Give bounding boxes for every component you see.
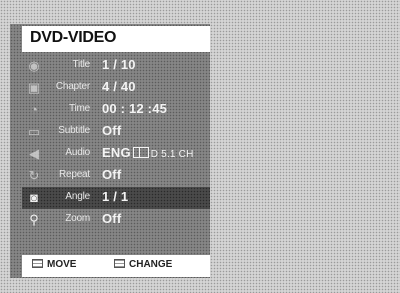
audio-format: D 5.1 CH [150,149,194,160]
menu-row-time[interactable]: ◔ Time 00 : 12 :45 [22,99,210,121]
menu-row-value: Off [102,211,122,226]
menu-row-title[interactable]: ◉ Title 1 / 10 [22,55,210,77]
menu-row-label: Title [72,59,90,70]
change-hint-label: CHANGE [129,259,173,270]
osd-title-bar: DVD-VIDEO [22,26,210,52]
menu-row-label: Zoom [65,213,90,224]
menu-row-label: Audio [65,147,90,158]
change-key-icon [114,259,125,268]
menu-row-value: ENG D 5.1 CH [102,145,194,160]
move-hint: MOVE [32,259,76,270]
menu-row-zoom[interactable]: ⚲ Zoom Off [22,209,210,231]
move-key-icon [32,259,43,268]
audio-language: ENG [102,145,131,160]
menu-row-value: 4 / 40 [102,79,136,94]
tv-screen: DVD-VIDEO ◉ Title 1 / 10 ▣ Chapter 4 / 4… [0,0,400,293]
change-hint: CHANGE [114,259,172,270]
osd-footer: MOVE CHANGE [22,255,210,277]
menu-row-chapter[interactable]: ▣ Chapter 4 / 40 [22,77,210,99]
menu-row-value: 00 : 12 :45 [102,101,168,116]
menu-row-label: Chapter [55,81,90,92]
menu-row-value: 1 / 1 [102,189,129,204]
menu-row-subtitle[interactable]: ▭ Subtitle Off [22,121,210,143]
menu-row-angle[interactable]: ◙ Angle 1 / 1 [22,187,210,209]
menu-row-label: Angle [65,191,90,202]
move-hint-label: MOVE [47,259,77,270]
menu-row-label: Subtitle [58,125,90,136]
menu-row-value: 1 / 10 [102,57,136,72]
page-title: DVD-VIDEO [30,29,117,46]
menu-row-value: Off [102,167,122,182]
menu-row-value: Off [102,123,122,138]
menu-row-label: Time [68,103,90,114]
menu-row-label: Repeat [58,169,90,180]
dolby-digital-icon [132,147,149,159]
menu-row-audio[interactable]: ◀ Audio ENG D 5.1 CH [22,143,210,165]
menu-row-repeat[interactable]: ↻ Repeat Off [22,165,210,187]
